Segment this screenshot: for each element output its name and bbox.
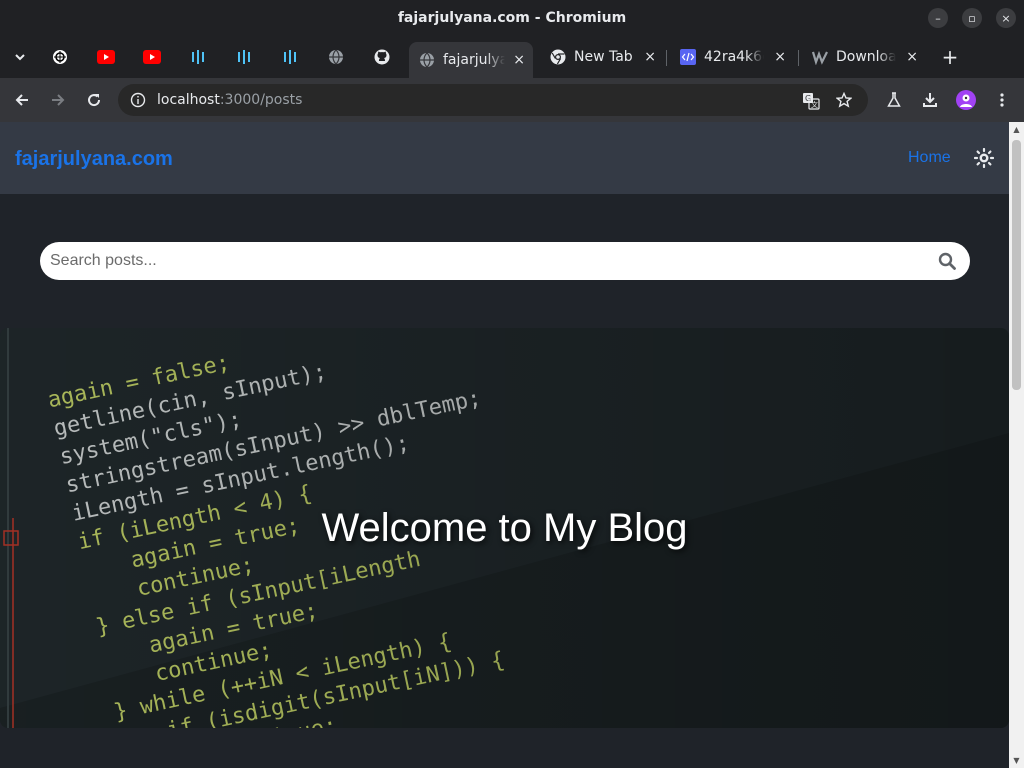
kebab-menu-icon <box>1000 93 1004 107</box>
github-icon <box>374 49 390 65</box>
new-tab-button[interactable]: + <box>938 45 962 69</box>
site-brand-link[interactable]: fajarjulyana.com <box>15 148 173 171</box>
chrome-icon <box>550 49 566 65</box>
pinned-tab-globe[interactable] <box>324 46 348 68</box>
scroll-down-arrow-icon[interactable]: ▼ <box>1009 753 1024 768</box>
site-navbar: fajarjulyana.com Home <box>0 122 1009 194</box>
site-info-icon[interactable] <box>130 92 146 108</box>
url-path: :3000/posts <box>219 92 303 108</box>
pinned-tab-github[interactable] <box>370 46 394 68</box>
tab-search-button[interactable] <box>8 46 32 68</box>
pinned-tab-app-3[interactable] <box>278 46 302 68</box>
tab-42ra4k6c[interactable]: 42ra4k6c × <box>670 42 794 72</box>
app-bars-icon <box>238 50 250 64</box>
download-icon <box>923 93 937 107</box>
web-page: fajarjulyana.com Home Search posts... We… <box>0 122 1009 768</box>
tab-fajarjulyana[interactable]: fajarjulyana.com × <box>409 42 533 78</box>
arrow-right-icon <box>52 94 65 106</box>
downloads-button[interactable] <box>918 88 942 112</box>
plus-icon: + <box>941 45 959 69</box>
avatar <box>956 90 976 110</box>
globe-icon <box>329 49 343 65</box>
scroll-thumb[interactable] <box>1012 140 1021 390</box>
search-input[interactable] <box>40 242 920 280</box>
close-tab-icon[interactable]: × <box>774 49 786 65</box>
tab-label: 42ra4k6c <box>704 49 764 65</box>
app-bars-icon <box>192 50 204 64</box>
page-scrollbar[interactable]: ▲ ▼ <box>1009 122 1024 768</box>
menu-button[interactable] <box>990 88 1014 112</box>
reload-button[interactable] <box>82 88 106 112</box>
pinned-tab-youtube-2[interactable] <box>140 46 164 68</box>
pinned-tab-app-1[interactable] <box>186 46 210 68</box>
pinned-tab-app-2[interactable] <box>232 46 256 68</box>
tab-label: fajarjulyana.com <box>443 52 505 68</box>
labs-button[interactable] <box>882 88 906 112</box>
close-tab-icon[interactable]: × <box>644 49 656 65</box>
arrow-left-icon <box>15 94 28 106</box>
pinned-tab-youtube[interactable] <box>94 46 118 68</box>
address-bar[interactable]: localhost:3000/posts G文 <box>118 84 868 116</box>
app-bars-icon <box>284 50 296 64</box>
close-icon: × <box>1001 11 1011 25</box>
maximize-button[interactable]: ▫ <box>962 8 982 28</box>
tab-new-tab[interactable]: New Tab × <box>540 42 664 72</box>
close-window-button[interactable]: × <box>996 8 1016 28</box>
flask-icon <box>887 92 901 107</box>
chevron-down-icon <box>15 54 25 61</box>
window-title: fajarjulyana.com - Chromium <box>397 10 627 26</box>
svg-text:文: 文 <box>811 100 818 109</box>
tab-label: Download <box>836 49 896 65</box>
search-bar <box>40 242 970 280</box>
forward-button[interactable] <box>46 88 70 112</box>
code-icon <box>680 49 696 65</box>
translate-icon[interactable]: G文 <box>802 92 820 110</box>
back-button[interactable] <box>10 88 34 112</box>
browser-toolbar: localhost:3000/posts G文 <box>0 78 1024 122</box>
window-titlebar: fajarjulyana.com - Chromium – ▫ × <box>0 0 1024 36</box>
url-text: localhost:3000/posts <box>157 92 302 108</box>
tab-label: New Tab <box>574 49 633 65</box>
profile-button[interactable] <box>954 88 978 112</box>
hero-title: Welcome to My Blog <box>321 506 688 550</box>
close-tab-icon[interactable]: × <box>513 52 525 68</box>
tab-strip: fajarjulyana.com × New Tab × 42ra4k6c × … <box>0 36 1024 78</box>
chatgpt-icon <box>53 50 67 64</box>
search-icon[interactable] <box>938 252 956 270</box>
maximize-icon: ▫ <box>968 11 976 25</box>
reload-icon <box>88 94 101 107</box>
sun-icon[interactable] <box>974 148 994 168</box>
youtube-icon <box>143 50 161 64</box>
globe-icon <box>420 52 434 68</box>
pinned-tab-chatgpt[interactable] <box>48 46 72 68</box>
nav-home-link[interactable]: Home <box>908 149 951 167</box>
tab-download[interactable]: Download × <box>802 42 926 72</box>
scroll-up-arrow-icon[interactable]: ▲ <box>1009 122 1024 137</box>
minimize-button[interactable]: – <box>928 8 948 28</box>
w-logo-icon <box>812 50 828 65</box>
star-icon[interactable] <box>836 92 852 108</box>
youtube-icon <box>97 50 115 64</box>
close-tab-icon[interactable]: × <box>906 49 918 65</box>
minimize-icon: – <box>935 11 941 25</box>
hero-banner: again = false;getline(cin, sInput);syste… <box>0 328 1009 728</box>
url-host: localhost <box>157 92 220 108</box>
